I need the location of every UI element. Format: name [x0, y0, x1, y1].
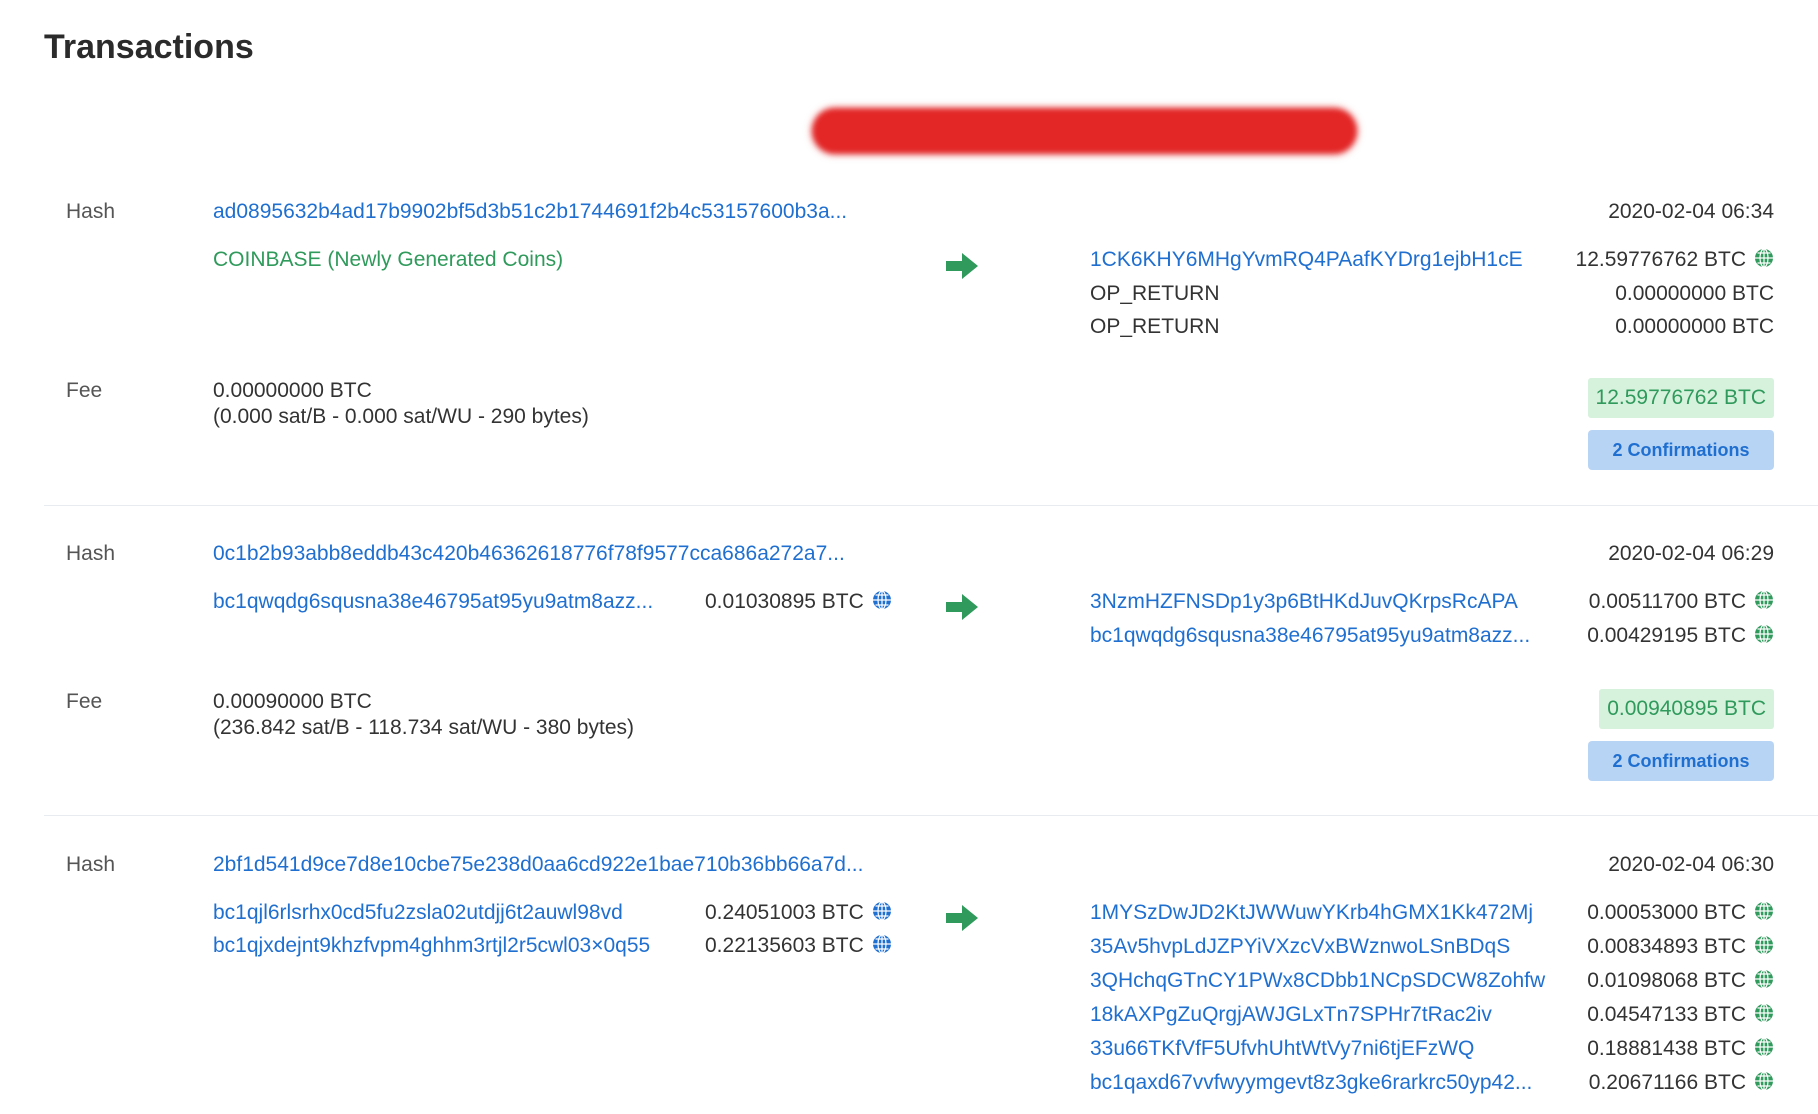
- input-address-link[interactable]: bc1qjl6rlsrhx0cd5fu2zsla02utdjj6t2auwl98…: [213, 901, 623, 925]
- output-address: OP_RETURN: [1090, 282, 1220, 305]
- arrow-right-icon: [946, 905, 978, 931]
- output-amount: 0.00053000 BTC: [1587, 901, 1774, 925]
- tx-hash-link[interactable]: 0c1b2b93abb8eddb43c420b46362618776f78f95…: [213, 542, 845, 566]
- fee-amount: 0.00090000 BTC: [213, 690, 372, 713]
- globe-icon[interactable]: [1754, 935, 1774, 955]
- fee-label: Fee: [66, 379, 103, 402]
- input-amount: 0.22135603 BTC: [705, 934, 892, 958]
- hash-label: Hash: [66, 542, 116, 565]
- output-address-link[interactable]: 1CK6KHY6MHgYvmRQ4PAafKYDrg1ejbH1cE: [1090, 248, 1523, 272]
- output-amount: 0.00429195 BTC: [1587, 624, 1774, 648]
- output-address-link[interactable]: 3NzmHZFNSDp1y3p6BtHKdJuvQKrpsRcAPA: [1090, 590, 1518, 614]
- globe-icon[interactable]: [1754, 624, 1774, 644]
- fee-detail: (236.842 sat/B - 118.734 sat/WU - 380 by…: [213, 716, 634, 739]
- confirmations-button[interactable]: 2 Confirmations: [1588, 741, 1774, 781]
- confirmations-button[interactable]: 2 Confirmations: [1588, 430, 1774, 470]
- output-amount: 0.18881438 BTC: [1587, 1037, 1774, 1061]
- divider: [44, 505, 1818, 506]
- globe-icon[interactable]: [1754, 969, 1774, 989]
- total-amount-badge: 0.00940895 BTC: [1599, 689, 1774, 729]
- output-amount-value: 12.59776762 BTC: [1575, 248, 1746, 271]
- arrow-right-icon: [946, 594, 978, 620]
- output-amount: 0.01098068 BTC: [1587, 969, 1774, 993]
- globe-icon[interactable]: [1754, 901, 1774, 921]
- input-amount-value: 0.01030895 BTC: [705, 590, 864, 613]
- globe-icon[interactable]: [1754, 590, 1774, 610]
- output-address-link[interactable]: 3QHchqGTnCY1PWx8CDbb1NCpSDCW8Zohfw: [1090, 969, 1545, 993]
- output-amount: 0.00000000 BTC: [1615, 282, 1774, 305]
- tx-time: 2020-02-04 06:34: [1608, 200, 1774, 223]
- globe-icon[interactable]: [1754, 1037, 1774, 1057]
- output-amount-value: 0.01098068 BTC: [1587, 969, 1746, 992]
- input-address-link[interactable]: bc1qwqdg6squsna38e46795at95yu9atm8azz...: [213, 590, 653, 614]
- output-address-link[interactable]: bc1qwqdg6squsna38e46795at95yu9atm8azz...: [1090, 624, 1530, 648]
- fee-amount: 0.00000000 BTC: [213, 379, 372, 402]
- output-amount-value: 0.00511700 BTC: [1588, 590, 1746, 613]
- input-amount: 0.24051003 BTC: [705, 901, 892, 925]
- divider: [44, 815, 1818, 816]
- output-amount-value: 0.18881438 BTC: [1587, 1037, 1746, 1060]
- globe-icon[interactable]: [1754, 1071, 1774, 1091]
- output-amount: 0.20671166 BTC: [1589, 1071, 1774, 1095]
- output-address-link[interactable]: 18kAXPgZuQrgjAWJGLxTn7SPHr7tRac2iv: [1090, 1003, 1492, 1027]
- tx-hash-link[interactable]: ad0895632b4ad17b9902bf5d3b51c2b1744691f2…: [213, 200, 847, 224]
- output-amount: 0.00000000 BTC: [1615, 315, 1774, 338]
- output-address-link[interactable]: 33u66TKfVfF5UfvhUhtWtVy7ni6tjEFzWQ: [1090, 1037, 1474, 1061]
- arrow-right-icon: [946, 253, 978, 279]
- input-amount: 0.01030895 BTC: [705, 590, 892, 614]
- input-amount-value: 0.22135603 BTC: [705, 934, 864, 957]
- globe-icon[interactable]: [1754, 248, 1774, 268]
- hash-label: Hash: [66, 853, 116, 876]
- fee-label: Fee: [66, 690, 103, 713]
- hash-label: Hash: [66, 200, 116, 223]
- output-address-link[interactable]: 35Av5hvpLdJZPYiVXzcVxBWznwoLSnBDqS: [1090, 935, 1510, 959]
- page-title: Transactions: [44, 28, 254, 66]
- globe-icon[interactable]: [872, 901, 892, 921]
- total-amount-badge: 12.59776762 BTC: [1587, 378, 1774, 418]
- tx-time: 2020-02-04 06:29: [1608, 542, 1774, 565]
- redaction-mark: [812, 108, 1357, 154]
- output-amount-value: 0.00053000 BTC: [1587, 901, 1746, 924]
- output-amount-value: 0.20671166 BTC: [1588, 1071, 1746, 1094]
- tx-hash-link[interactable]: 2bf1d541d9ce7d8e10cbe75e238d0aa6cd922e1b…: [213, 853, 863, 877]
- output-address-link[interactable]: bc1qaxd67vvfwyymgevt8z3gke6rarkrc50yp42.…: [1090, 1071, 1532, 1095]
- globe-icon[interactable]: [1754, 1003, 1774, 1023]
- input-address-link[interactable]: bc1qjxdejnt9khzfvpm4ghhm3rtjl2r5cwl03×0q…: [213, 934, 650, 958]
- output-amount-value: 0.00834893 BTC: [1587, 935, 1746, 958]
- globe-icon[interactable]: [872, 934, 892, 954]
- coinbase-input: COINBASE (Newly Generated Coins): [213, 248, 564, 271]
- globe-icon[interactable]: [872, 590, 892, 610]
- output-amount: 0.04547133 BTC: [1587, 1003, 1774, 1027]
- output-address: OP_RETURN: [1090, 315, 1220, 338]
- output-amount: 12.59776762 BTC: [1576, 248, 1774, 272]
- input-amount-value: 0.24051003 BTC: [705, 901, 864, 924]
- output-amount-value: 0.04547133 BTC: [1587, 1003, 1746, 1026]
- fee-detail: (0.000 sat/B - 0.000 sat/WU - 290 bytes): [213, 405, 589, 428]
- output-amount: 0.00511700 BTC: [1589, 590, 1774, 614]
- output-amount: 0.00834893 BTC: [1587, 935, 1774, 959]
- tx-time: 2020-02-04 06:30: [1608, 853, 1774, 876]
- output-address-link[interactable]: 1MYSzDwJD2KtJWWuwYKrb4hGMX1Kk472Mj: [1090, 901, 1533, 925]
- output-amount-value: 0.00429195 BTC: [1587, 624, 1746, 647]
